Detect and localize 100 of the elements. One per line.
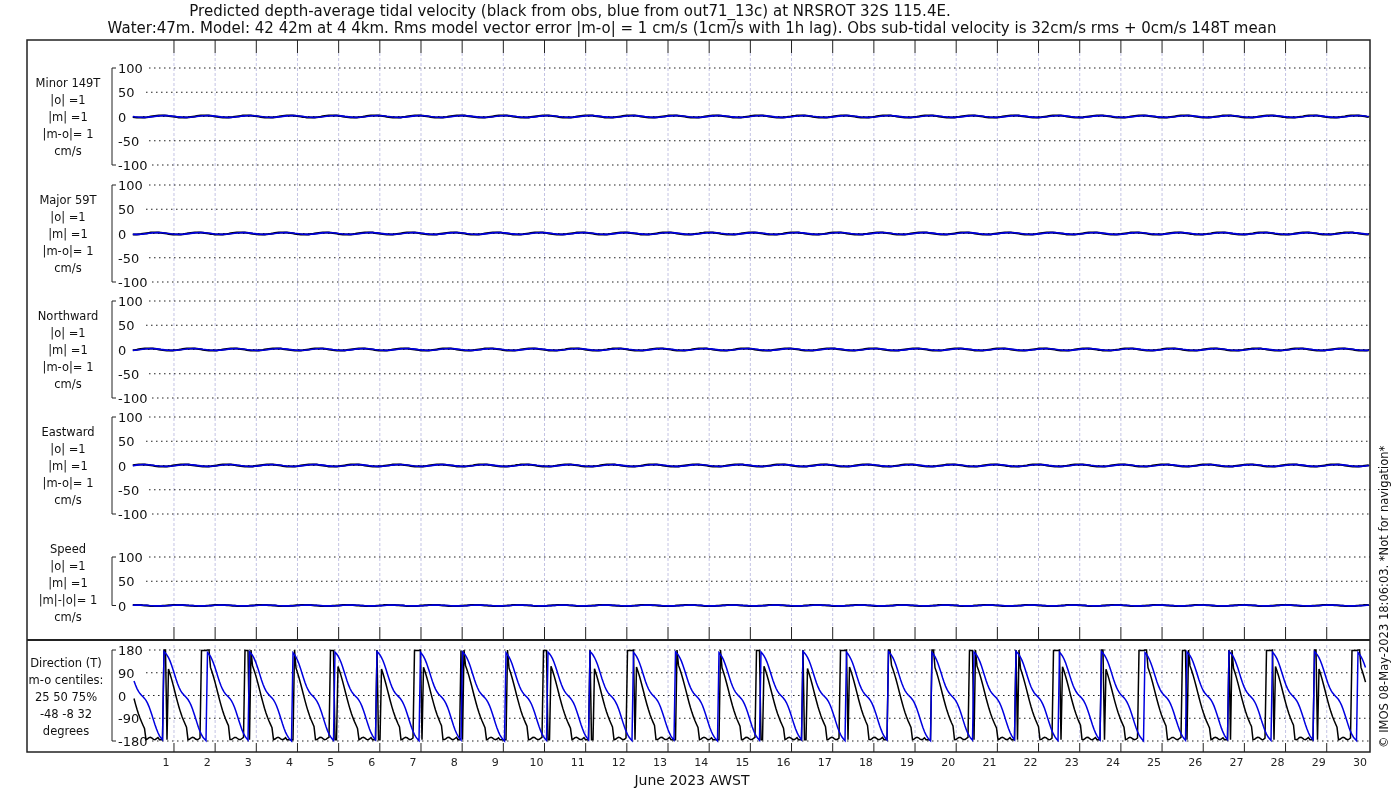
y-tick-label: 50 bbox=[118, 318, 135, 334]
tick-mark bbox=[173, 39, 175, 54]
panel-label: |m| =1 bbox=[48, 576, 88, 590]
tick-mark bbox=[379, 626, 381, 641]
panel-label: Northward bbox=[37, 309, 99, 323]
tick-mark bbox=[379, 39, 381, 54]
y-tick-label: 90 bbox=[118, 665, 135, 681]
panel-label: degrees bbox=[42, 724, 90, 738]
credit-note: © IMOS 08-May-2023 18:06:03. *Not for navigation* bbox=[1377, 445, 1391, 748]
x-tick-label: 15 bbox=[735, 756, 750, 769]
tick-mark bbox=[338, 742, 340, 753]
plot-title: Predicted depth-average tidal velocity (black from obs, blue from out71_13c) at NRSROT 32S 115.4E. bbox=[189, 2, 951, 20]
tick-mark bbox=[791, 742, 792, 753]
tick-mark bbox=[1202, 39, 1204, 54]
panel-label: |m| =1 bbox=[48, 459, 88, 473]
panel-label: m-o centiles: bbox=[28, 673, 104, 687]
x-tick-label: 12 bbox=[611, 756, 626, 769]
tick-mark bbox=[1326, 626, 1328, 641]
y-tick-label: 0 bbox=[118, 342, 127, 358]
tick-mark bbox=[461, 742, 463, 753]
x-tick-label: 4 bbox=[286, 756, 293, 769]
panel-label: |m-o|= 1 bbox=[42, 476, 94, 490]
panel-label: |m-o|= 1 bbox=[42, 127, 94, 141]
tick-mark bbox=[832, 742, 834, 753]
tick-mark bbox=[626, 742, 628, 753]
tick-mark bbox=[749, 742, 751, 753]
tick-mark bbox=[1038, 39, 1040, 54]
x-tick-label: 5 bbox=[327, 756, 335, 769]
x-tick-label: 23 bbox=[1064, 756, 1079, 769]
tick-mark bbox=[420, 742, 422, 753]
y-tick-label: 100 bbox=[118, 410, 143, 425]
x-tick-label: 16 bbox=[776, 756, 791, 769]
y-tick-label: 0 bbox=[118, 226, 127, 242]
y-tick-label: 100 bbox=[118, 550, 143, 565]
panel-label: Speed bbox=[49, 542, 87, 556]
tick-mark bbox=[791, 39, 792, 54]
tick-mark bbox=[544, 626, 545, 641]
y-tick-label: -50 bbox=[118, 250, 140, 266]
x-tick-label: 8 bbox=[450, 756, 458, 769]
tick-mark bbox=[1243, 39, 1245, 54]
tick-mark bbox=[1079, 626, 1081, 641]
tick-mark bbox=[173, 626, 175, 641]
tick-mark bbox=[544, 742, 545, 753]
y-tick-label: 50 bbox=[118, 202, 135, 218]
panel-label: Major 59T bbox=[39, 193, 97, 207]
tick-mark bbox=[255, 39, 257, 54]
tick-mark bbox=[255, 742, 257, 753]
panel-label: |m|-|o|= 1 bbox=[38, 593, 98, 607]
panel-label: |m-o|= 1 bbox=[42, 244, 94, 258]
tick-mark bbox=[214, 39, 216, 54]
tick-mark bbox=[1326, 742, 1328, 753]
tick-mark bbox=[708, 626, 710, 641]
tick-mark bbox=[1326, 39, 1328, 54]
tick-mark bbox=[1038, 626, 1040, 641]
tick-mark bbox=[914, 742, 916, 753]
x-tick-label: 30 bbox=[1352, 756, 1367, 769]
y-tick-label: -100 bbox=[118, 391, 148, 406]
panel-label: |o| =1 bbox=[50, 559, 86, 573]
y-tick-label: 0 bbox=[118, 688, 127, 704]
y-tick-label: 100 bbox=[118, 61, 143, 76]
panel-label: |o| =1 bbox=[50, 210, 86, 224]
panel-label: -48 -8 32 bbox=[39, 707, 93, 721]
tick-mark bbox=[585, 742, 587, 753]
tick-mark bbox=[1202, 626, 1204, 641]
y-tick-label: 0 bbox=[118, 109, 127, 125]
tick-mark bbox=[996, 626, 998, 641]
tick-mark bbox=[1285, 742, 1287, 753]
tick-mark bbox=[749, 39, 751, 54]
panel-label: cm/s bbox=[54, 261, 82, 275]
y-axis bbox=[111, 556, 117, 606]
y-tick-label: -180 bbox=[118, 734, 148, 749]
panel-label: cm/s bbox=[54, 493, 82, 507]
tick-mark bbox=[1038, 742, 1040, 753]
tick-mark bbox=[955, 626, 957, 641]
tick-mark bbox=[832, 626, 834, 641]
tick-mark bbox=[461, 626, 463, 641]
tick-mark bbox=[297, 742, 298, 753]
x-tick-label: 9 bbox=[491, 756, 499, 769]
panel-label: |m| =1 bbox=[48, 110, 88, 124]
panel-label: Direction (T) bbox=[30, 656, 102, 670]
tick-mark bbox=[1161, 626, 1163, 641]
tick-mark bbox=[873, 626, 875, 641]
y-tick-label: -50 bbox=[118, 366, 140, 382]
panel-label: |m-o|= 1 bbox=[42, 360, 94, 374]
x-tick-label: 19 bbox=[900, 756, 915, 769]
tick-mark bbox=[544, 39, 545, 54]
panel-label: |m| =1 bbox=[48, 343, 88, 357]
x-tick-label: 1 bbox=[162, 756, 170, 769]
tick-mark bbox=[1079, 742, 1081, 753]
tick-mark bbox=[461, 39, 463, 54]
x-tick-label: 6 bbox=[368, 756, 376, 769]
tick-mark bbox=[1161, 39, 1163, 54]
plot-subtitle: Water:47m. Model: 42 42m at 4 4km. Rms model vector error |m-o| = 1 cm/s (1cm/s with 1h lag). Obs sub-tidal velocity is 32cm/s rms + 0cm/s 148T mean bbox=[107, 19, 1277, 37]
x-tick-label: 7 bbox=[409, 756, 417, 769]
panel-label: Eastward bbox=[41, 425, 95, 439]
tick-mark bbox=[1120, 742, 1122, 753]
tick-mark bbox=[1202, 742, 1204, 753]
tick-mark bbox=[873, 742, 875, 753]
y-tick-label: 0 bbox=[118, 598, 127, 614]
panel-label: Minor 149T bbox=[35, 76, 101, 90]
